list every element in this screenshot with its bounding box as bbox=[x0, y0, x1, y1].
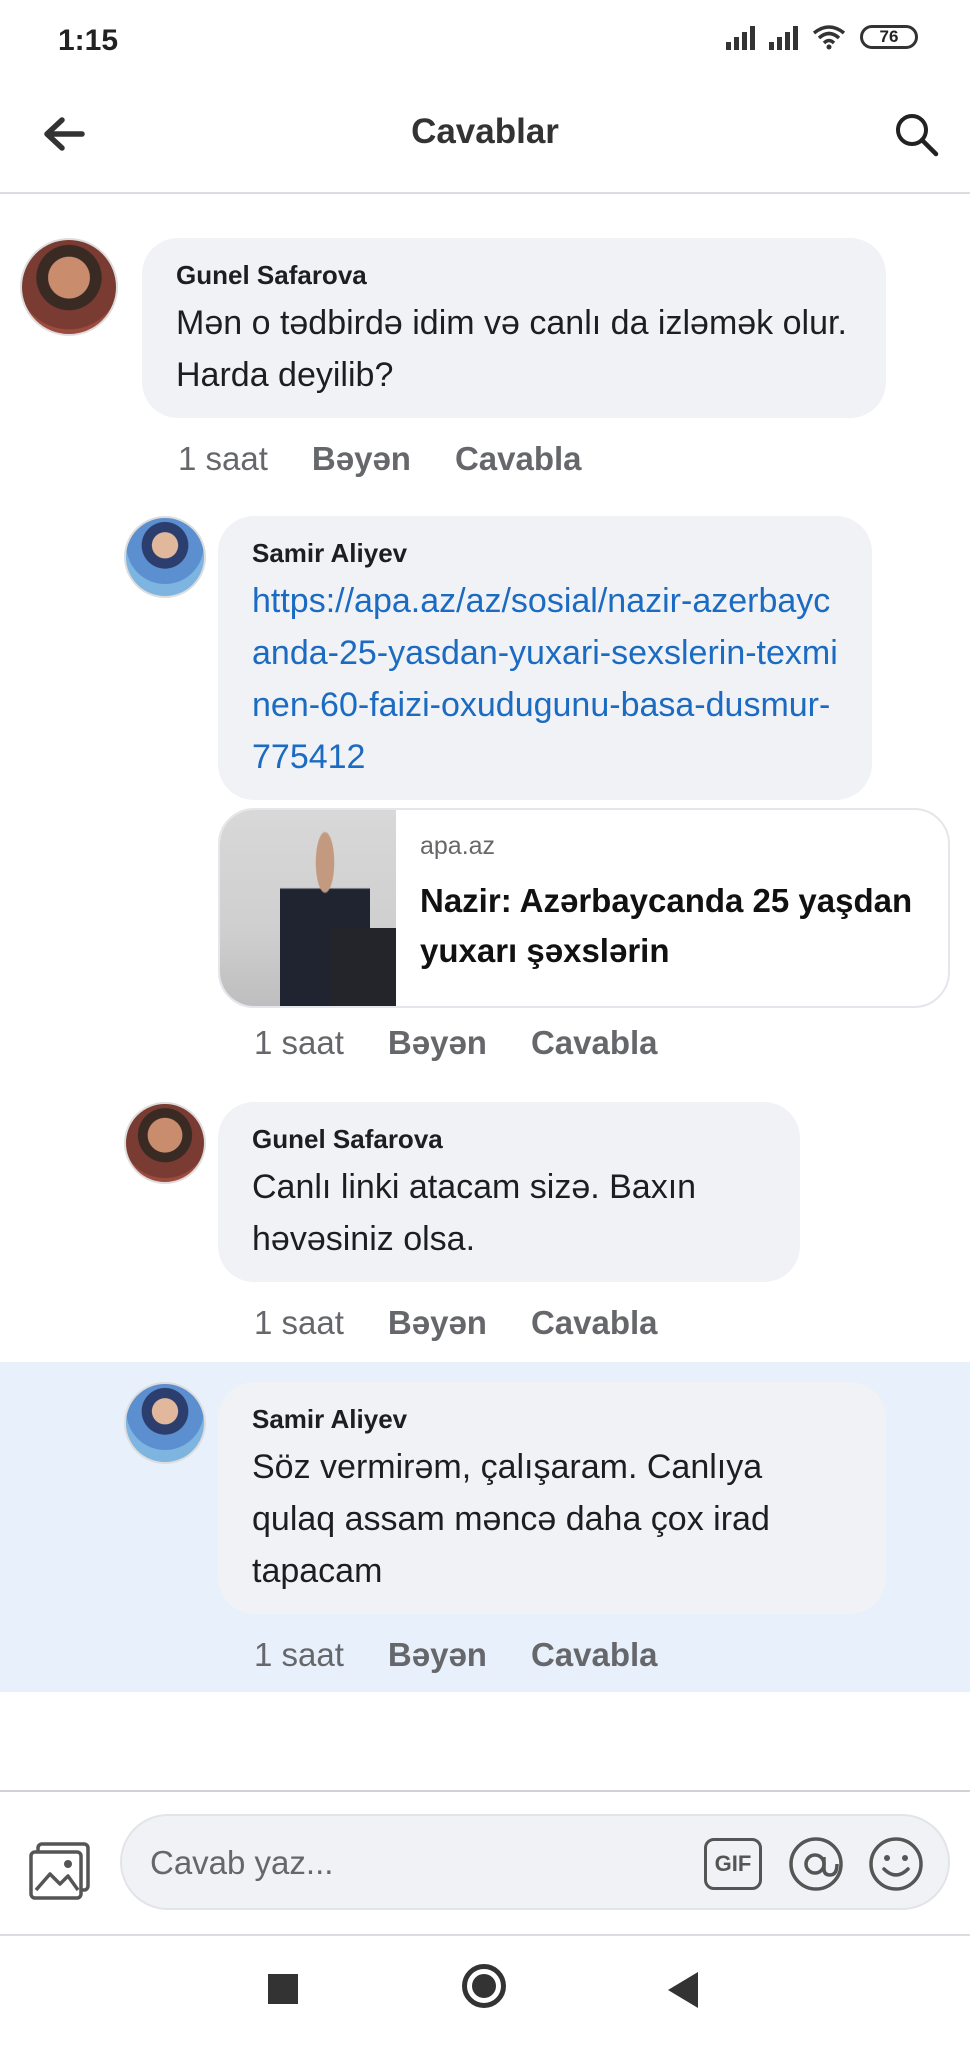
link-preview-card[interactable]: apa.az Nazir: Azərbaycanda 25 yaşdan yux… bbox=[218, 808, 950, 1008]
link-preview-domain: apa.az bbox=[420, 832, 496, 860]
comment-time: 1 saat bbox=[178, 440, 268, 477]
reply-button[interactable]: Cavabla bbox=[531, 1636, 658, 1674]
like-button[interactable]: Bəyən bbox=[388, 1304, 487, 1342]
avatar[interactable] bbox=[124, 1102, 206, 1184]
status-time: 1:15 bbox=[58, 24, 119, 57]
home-icon bbox=[472, 1974, 496, 1998]
comment-author[interactable]: Gunel Safarova bbox=[252, 1124, 766, 1155]
reply-composer: GIF bbox=[0, 1790, 970, 1936]
status-bar: 1:15 76 bbox=[0, 0, 970, 80]
comment-bubble: Samir Aliyev Söz vermirəm, çalışaram. Ca… bbox=[218, 1382, 886, 1614]
comment-author[interactable]: Gunel Safarova bbox=[176, 260, 852, 291]
comment-text: Mən o tədbirdə idim və canlı da izləmək … bbox=[176, 304, 847, 394]
comment-author[interactable]: Samir Aliyev bbox=[252, 1404, 852, 1435]
battery-icon: 76 bbox=[860, 25, 918, 49]
like-button[interactable]: Bəyən bbox=[388, 1024, 487, 1062]
avatar[interactable] bbox=[124, 516, 206, 598]
mention-icon[interactable] bbox=[786, 1834, 846, 1894]
comment-bubble: Gunel Safarova Mən o tədbirdə idim və ca… bbox=[142, 238, 886, 418]
comment-link[interactable]: https://apa.az/az/sosial/nazir-azerbayca… bbox=[252, 575, 838, 783]
home-button[interactable] bbox=[462, 1964, 506, 2008]
comment-time: 1 saat bbox=[254, 1024, 344, 1061]
comment-bubble: Samir Aliyev https://apa.az/az/sosial/na… bbox=[218, 516, 872, 800]
comment-time: 1 saat bbox=[254, 1636, 344, 1673]
system-nav-bar bbox=[0, 1932, 970, 2048]
app-bar: Cavablar bbox=[0, 80, 970, 194]
comment-actions: 1 saat Bəyən Cavabla bbox=[178, 440, 582, 478]
reply-input[interactable] bbox=[148, 1838, 582, 1888]
comment-time: 1 saat bbox=[254, 1304, 344, 1341]
search-button[interactable] bbox=[886, 104, 946, 164]
search-icon bbox=[896, 114, 939, 157]
nav-back-button[interactable] bbox=[668, 1972, 698, 2008]
comment-author[interactable]: Samir Aliyev bbox=[252, 538, 838, 569]
gif-icon[interactable]: GIF bbox=[704, 1838, 762, 1890]
link-preview-image bbox=[220, 810, 396, 1006]
comment-actions: 1 saat Bəyən Cavabla bbox=[254, 1636, 658, 1674]
recents-button[interactable] bbox=[268, 1974, 298, 2004]
status-icons: 76 bbox=[726, 24, 918, 50]
image-icon[interactable] bbox=[28, 1840, 92, 1900]
comment-bubble: Gunel Safarova Canlı linki atacam sizə. … bbox=[218, 1102, 800, 1282]
signal-icon-2 bbox=[769, 24, 798, 50]
wifi-icon bbox=[812, 25, 846, 50]
reply-button[interactable]: Cavabla bbox=[531, 1024, 658, 1062]
reply-button[interactable]: Cavabla bbox=[531, 1304, 658, 1342]
reply-button[interactable]: Cavabla bbox=[455, 440, 582, 478]
comment-actions: 1 saat Bəyən Cavabla bbox=[254, 1304, 658, 1342]
signal-icon bbox=[726, 24, 755, 50]
like-button[interactable]: Bəyən bbox=[312, 440, 411, 478]
like-button[interactable]: Bəyən bbox=[388, 1636, 487, 1674]
comment-actions: 1 saat Bəyən Cavabla bbox=[254, 1024, 658, 1062]
link-preview-title: Nazir: Azərbaycanda 25 yaşdan yuxarı şəx… bbox=[420, 882, 913, 969]
avatar[interactable] bbox=[20, 238, 118, 336]
page-title: Cavablar bbox=[411, 112, 559, 151]
avatar[interactable] bbox=[124, 1382, 206, 1464]
comment-text: Canlı linki atacam sizə. Baxın həvəsiniz… bbox=[252, 1168, 697, 1258]
emoji-icon[interactable] bbox=[866, 1834, 926, 1894]
comment-text: Söz vermirəm, çalışaram. Canlıya qulaq a… bbox=[252, 1448, 770, 1590]
reply-input-container[interactable]: GIF bbox=[120, 1814, 950, 1910]
